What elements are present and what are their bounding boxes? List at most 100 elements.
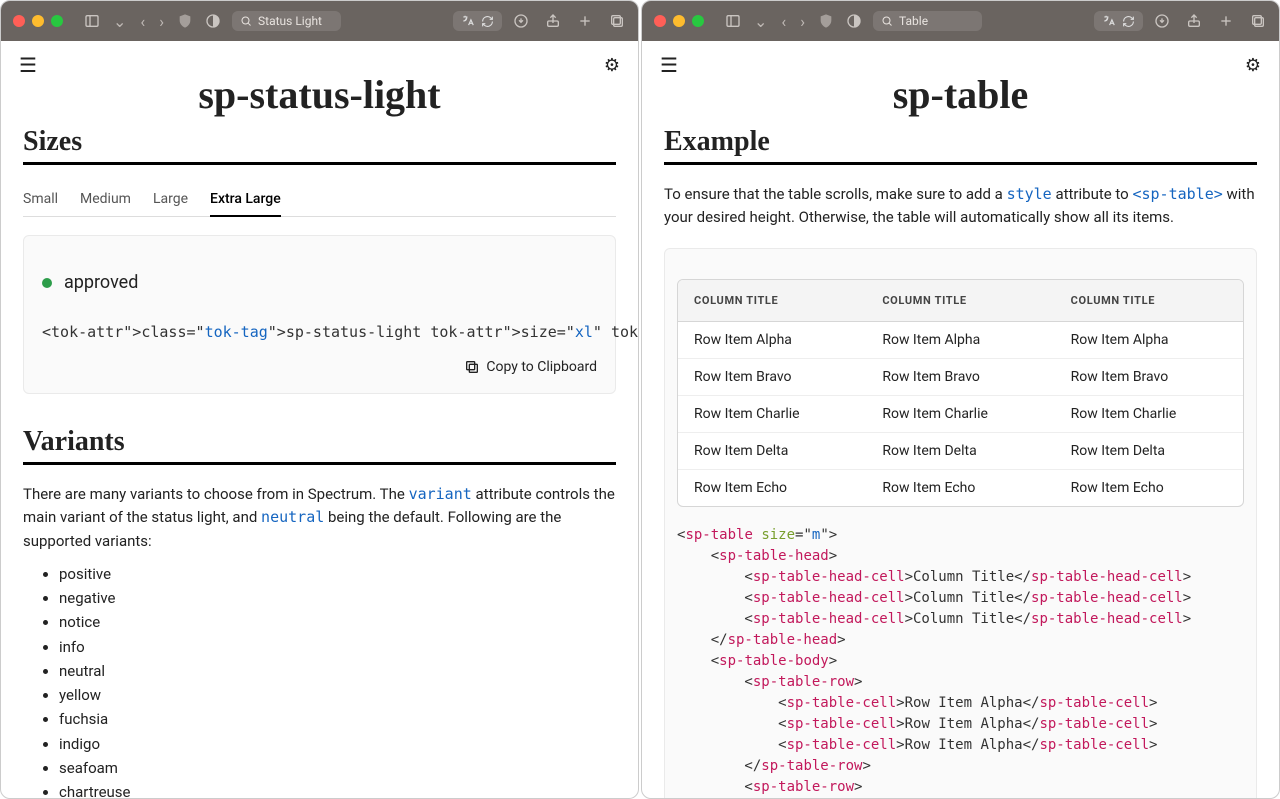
- table-header-cell[interactable]: COLUMN TITLE: [866, 280, 1054, 321]
- list-item: fuchsia: [59, 708, 616, 731]
- address-search[interactable]: Status Light: [232, 11, 340, 31]
- contrast-icon[interactable]: [204, 12, 222, 30]
- table-cell: Row Item Alpha: [678, 322, 866, 358]
- example-description: To ensure that the table scrolls, make s…: [664, 183, 1257, 230]
- list-item: seafoam: [59, 757, 616, 780]
- titlebar: ⌄ ‹ › Table: [642, 1, 1279, 41]
- table-row[interactable]: Row Item DeltaRow Item DeltaRow Item Del…: [678, 432, 1243, 469]
- tab-extra-large[interactable]: Extra Large: [210, 183, 281, 217]
- table-row[interactable]: Row Item AlphaRow Item AlphaRow Item Alp…: [678, 322, 1243, 358]
- section-variants: Variants: [23, 426, 616, 458]
- forward-button[interactable]: ›: [157, 12, 166, 31]
- close-icon[interactable]: [13, 15, 25, 27]
- tabs-icon[interactable]: [1249, 12, 1267, 30]
- status-label: approved: [64, 272, 138, 293]
- page-title: sp-status-light: [1, 71, 638, 118]
- gear-icon[interactable]: ⚙: [604, 55, 620, 76]
- table-row[interactable]: Row Item EchoRow Item EchoRow Item Echo: [678, 469, 1243, 506]
- close-icon[interactable]: [654, 15, 666, 27]
- table-cell: Row Item Charlie: [678, 396, 866, 432]
- shield-icon[interactable]: [817, 12, 835, 30]
- table-cell: Row Item Alpha: [1055, 322, 1243, 358]
- copy-label: Copy to Clipboard: [486, 359, 597, 375]
- list-item: neutral: [59, 660, 616, 683]
- table-cell: Row Item Delta: [678, 433, 866, 469]
- new-tab-icon[interactable]: [1217, 12, 1235, 30]
- variant-list: positivenegativenoticeinfoneutralyellowf…: [59, 563, 616, 798]
- copy-button[interactable]: Copy to Clipboard: [464, 359, 597, 375]
- list-item: yellow: [59, 684, 616, 707]
- gear-icon[interactable]: ⚙: [1245, 55, 1261, 76]
- table-cell: Row Item Charlie: [866, 396, 1054, 432]
- table-cell: Row Item Alpha: [866, 322, 1054, 358]
- zoom-icon[interactable]: [51, 15, 63, 27]
- tabs-icon[interactable]: [608, 12, 626, 30]
- minimize-icon[interactable]: [32, 15, 44, 27]
- list-item: positive: [59, 563, 616, 586]
- divider: [664, 162, 1257, 165]
- page-title: sp-table: [642, 71, 1279, 118]
- page-content: ☰ ⚙ sp-status-light Sizes Small Medium Lar…: [1, 41, 638, 798]
- list-item: indigo: [59, 733, 616, 756]
- chevron-down-icon[interactable]: ⌄: [752, 12, 769, 31]
- back-button[interactable]: ‹: [779, 12, 788, 31]
- search-icon: [881, 15, 893, 27]
- window-table: ⌄ ‹ › Table ☰ ⚙: [641, 0, 1280, 799]
- window-controls[interactable]: [13, 15, 63, 27]
- example-block: approved <tok-attr">class="tok-tag">sp-s…: [23, 235, 616, 394]
- share-icon[interactable]: [544, 12, 562, 30]
- window-controls[interactable]: [654, 15, 704, 27]
- table-body: Row Item AlphaRow Item AlphaRow Item Alp…: [678, 322, 1243, 506]
- section-sizes: Sizes: [23, 126, 616, 158]
- search-text: Table: [899, 14, 928, 28]
- section-example: Example: [664, 126, 1257, 158]
- table-cell: Row Item Charlie: [1055, 396, 1243, 432]
- divider: [23, 162, 616, 165]
- search-text: Status Light: [258, 14, 322, 28]
- forward-button[interactable]: ›: [798, 12, 807, 31]
- chevron-down-icon[interactable]: ⌄: [111, 12, 128, 31]
- table-cell: Row Item Echo: [866, 470, 1054, 506]
- list-item: notice: [59, 611, 616, 634]
- page-content: ☰ ⚙ sp-table Example To ensure that the …: [642, 41, 1279, 798]
- size-tabs: Small Medium Large Extra Large: [23, 183, 616, 217]
- download-icon[interactable]: [512, 12, 530, 30]
- titlebar: ⌄ ‹ › Status Light: [1, 1, 638, 41]
- table-header-cell[interactable]: COLUMN TITLE: [678, 280, 866, 321]
- table-cell: Row Item Echo: [1055, 470, 1243, 506]
- contrast-icon[interactable]: [845, 12, 863, 30]
- status-light-demo: approved: [42, 262, 597, 315]
- code-example: <tok-attr">class="tok-tag">sp-status-lig…: [42, 315, 597, 355]
- code-example: <sp-table size="m"> <sp-table-head> <sp-…: [677, 525, 1244, 799]
- translate-reload-pill[interactable]: [1094, 11, 1143, 31]
- share-icon[interactable]: [1185, 12, 1203, 30]
- hamburger-icon[interactable]: ☰: [19, 53, 37, 77]
- list-item: chartreuse: [59, 781, 616, 798]
- tab-large[interactable]: Large: [153, 183, 188, 216]
- download-icon[interactable]: [1153, 12, 1171, 30]
- address-search[interactable]: Table: [873, 11, 981, 31]
- translate-reload-pill[interactable]: [453, 11, 502, 31]
- tab-small[interactable]: Small: [23, 183, 58, 216]
- search-icon: [240, 15, 252, 27]
- table-header-cell[interactable]: COLUMN TITLE: [1055, 280, 1243, 321]
- list-item: info: [59, 636, 616, 659]
- back-button[interactable]: ‹: [138, 12, 147, 31]
- sidebar-toggle-icon[interactable]: [83, 12, 101, 30]
- shield-icon[interactable]: [176, 12, 194, 30]
- sidebar-toggle-icon[interactable]: [724, 12, 742, 30]
- clipboard-icon: [464, 359, 480, 375]
- hamburger-icon[interactable]: ☰: [660, 53, 678, 77]
- table-cell: Row Item Bravo: [1055, 359, 1243, 395]
- sp-table-demo: COLUMN TITLECOLUMN TITLECOLUMN TITLE Row…: [677, 279, 1244, 507]
- table-head: COLUMN TITLECOLUMN TITLECOLUMN TITLE: [678, 280, 1243, 322]
- tab-medium[interactable]: Medium: [80, 183, 131, 216]
- new-tab-icon[interactable]: [576, 12, 594, 30]
- table-cell: Row Item Bravo: [678, 359, 866, 395]
- minimize-icon[interactable]: [673, 15, 685, 27]
- zoom-icon[interactable]: [692, 15, 704, 27]
- table-row[interactable]: Row Item CharlieRow Item CharlieRow Item…: [678, 395, 1243, 432]
- table-cell: Row Item Bravo: [866, 359, 1054, 395]
- table-example-wrap: COLUMN TITLECOLUMN TITLECOLUMN TITLE Row…: [664, 248, 1257, 799]
- table-row[interactable]: Row Item BravoRow Item BravoRow Item Bra…: [678, 358, 1243, 395]
